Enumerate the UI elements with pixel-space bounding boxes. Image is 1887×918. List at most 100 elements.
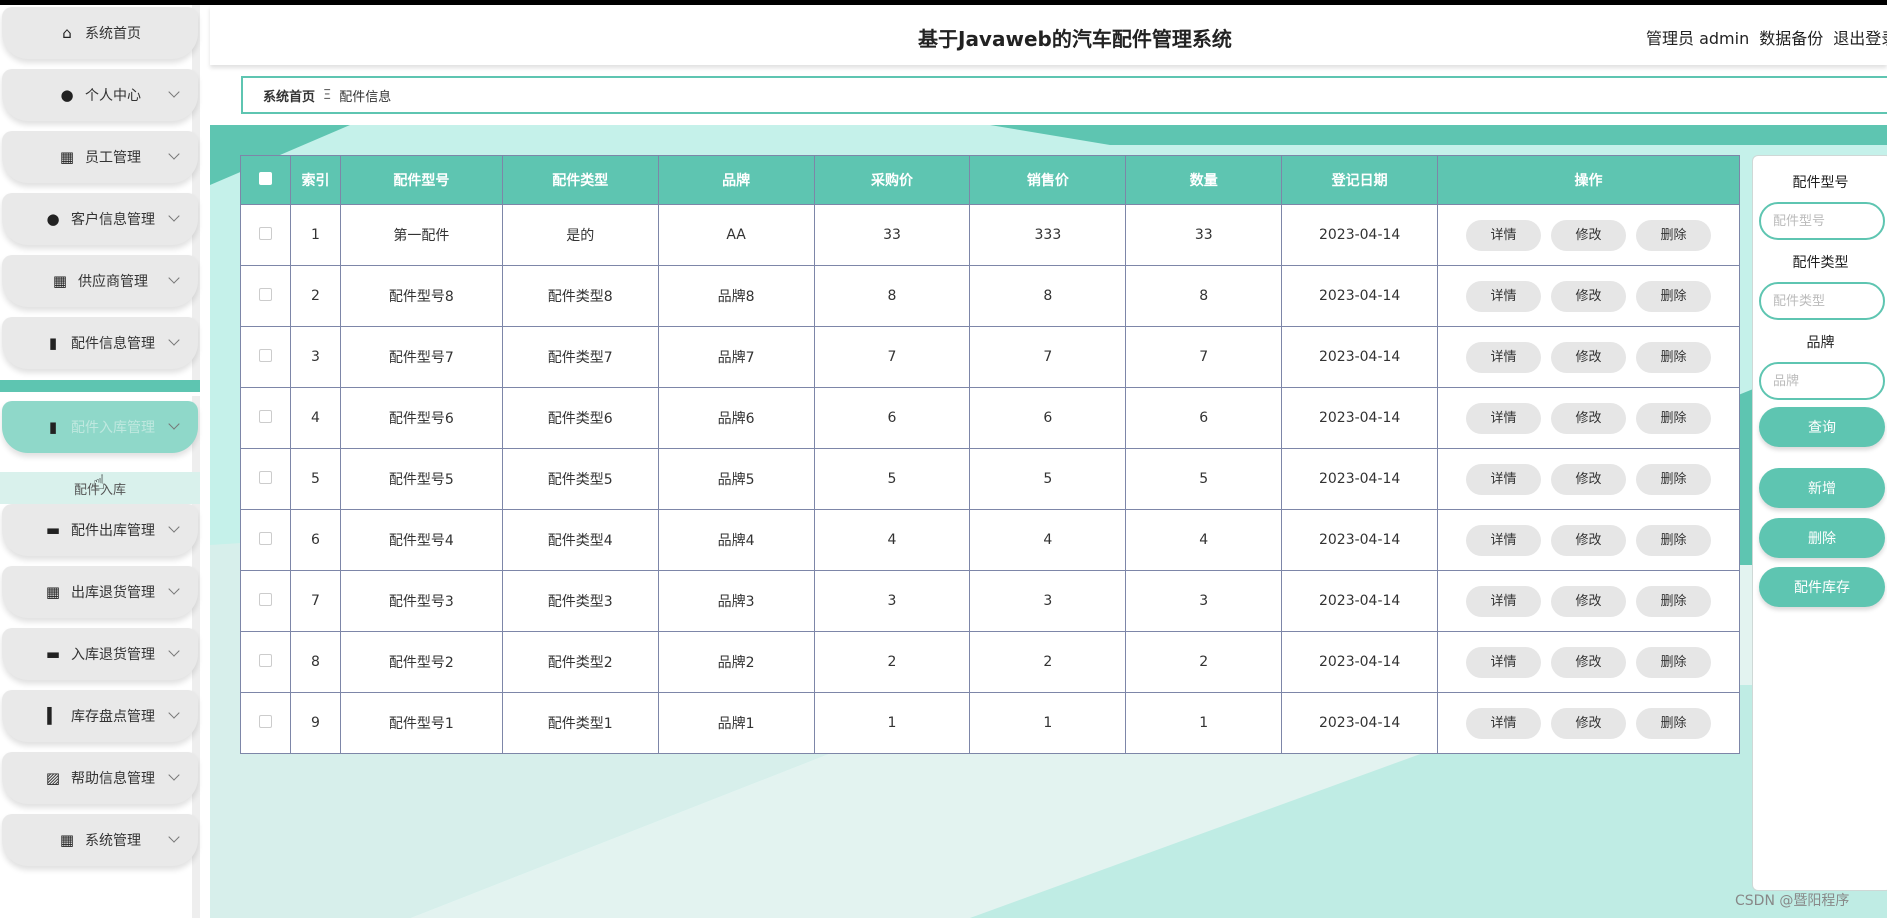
col-brand: 品牌: [657, 155, 815, 205]
edit-button[interactable]: 修改: [1551, 341, 1627, 373]
select-all-checkbox[interactable]: [258, 171, 272, 185]
model-search-input[interactable]: [1759, 202, 1885, 240]
table-cell: 品牌1: [657, 692, 815, 754]
detail-button[interactable]: 详情: [1466, 524, 1542, 556]
table-cell: 333: [969, 204, 1127, 266]
row-checkbox[interactable]: [258, 226, 272, 240]
chevron-down-icon: [168, 521, 180, 533]
type-search-input[interactable]: [1759, 282, 1885, 320]
sidebar-item-7[interactable]: ▮ 配件入库管理: [2, 401, 198, 453]
sidebar: ⌂ 系统首页 ● 个人中心 ▦ 员工管理 ● 客户信息管理 ▦ 供应商管理 ▮ 配件信息管理 ▮ 配件入库…: [0, 5, 200, 918]
table-cell: 2023-04-14: [1281, 204, 1439, 266]
table-cell: AA: [657, 204, 815, 266]
row-checkbox[interactable]: [258, 287, 272, 301]
table-cell: 7: [969, 326, 1127, 388]
sidebar-item-4[interactable]: ● 客户信息管理: [2, 193, 198, 245]
sidebar-item-6[interactable]: ▮ 配件信息管理: [2, 317, 198, 369]
sidebar-item-label: 客户信息管理: [71, 212, 155, 228]
edit-button[interactable]: 修改: [1551, 524, 1627, 556]
row-checkbox[interactable]: [258, 470, 272, 484]
sidebar-item-12[interactable]: ▨ 帮助信息管理: [2, 752, 198, 804]
delete-button[interactable]: 删除: [1636, 463, 1712, 495]
grid-icon: ▦: [59, 831, 75, 849]
sidebar-item-label: 出库退货管理: [71, 585, 155, 601]
table-cell: 4: [969, 509, 1127, 571]
add-button[interactable]: 新增: [1759, 468, 1885, 508]
table-cell: 2023-04-14: [1281, 631, 1439, 693]
edit-button[interactable]: 修改: [1551, 646, 1627, 678]
batch-delete-button[interactable]: 删除: [1759, 518, 1885, 558]
sidebar-item-11[interactable]: ▍ 库存盘点管理: [2, 690, 198, 742]
row-select-cell: [240, 448, 291, 510]
edit-button[interactable]: 修改: [1551, 280, 1627, 312]
detail-button[interactable]: 详情: [1466, 585, 1542, 617]
sidebar-item-label: 系统管理: [85, 833, 141, 849]
table-cell: 2023-04-14: [1281, 326, 1439, 388]
row-checkbox[interactable]: [258, 348, 272, 362]
table-cell: 4: [289, 387, 341, 449]
row-checkbox[interactable]: [258, 592, 272, 606]
delete-button[interactable]: 删除: [1636, 646, 1712, 678]
edit-button[interactable]: 修改: [1551, 219, 1627, 251]
row-checkbox[interactable]: [258, 653, 272, 667]
row-checkbox[interactable]: [258, 531, 272, 545]
sidebar-item-1[interactable]: ⌂ 系统首页: [2, 7, 198, 59]
brand-search-input[interactable]: [1759, 362, 1885, 400]
delete-button[interactable]: 删除: [1636, 280, 1712, 312]
row-checkbox[interactable]: [258, 409, 272, 423]
edit-button[interactable]: 修改: [1551, 585, 1627, 617]
delete-button[interactable]: 删除: [1636, 402, 1712, 434]
delete-button[interactable]: 删除: [1636, 585, 1712, 617]
table-cell: 配件类型1: [501, 692, 659, 754]
sidebar-item-2[interactable]: ● 个人中心: [2, 69, 198, 121]
detail-button[interactable]: 详情: [1466, 280, 1542, 312]
table-cell: 1: [289, 204, 341, 266]
table-cell: 配件型号3: [339, 570, 503, 632]
parts-stock-button[interactable]: 配件库存: [1759, 567, 1885, 607]
detail-button[interactable]: 详情: [1466, 341, 1542, 373]
sidebar-item-10[interactable]: ▬ 入库退货管理: [2, 628, 198, 680]
delete-button[interactable]: 删除: [1636, 341, 1712, 373]
table-cell: 7: [289, 570, 341, 632]
table-row: 8 配件型号2 配件类型2 品牌2 2 2 2 2023-04-14 详情 修改 删除: [240, 631, 1740, 693]
chevron-down-icon: [168, 831, 180, 843]
table-cell: 2023-04-14: [1281, 387, 1439, 449]
sidebar-item-9[interactable]: ▦ 出库退货管理: [2, 566, 198, 618]
edit-button[interactable]: 修改: [1551, 463, 1627, 495]
logout-link[interactable]: 退出登录: [1833, 25, 1887, 49]
row-checkbox[interactable]: [258, 714, 272, 728]
edit-button[interactable]: 修改: [1551, 402, 1627, 434]
delete-button[interactable]: 删除: [1636, 219, 1712, 251]
sidebar-item-8[interactable]: ▬ 配件出库管理: [2, 504, 198, 556]
detail-button[interactable]: 详情: [1466, 402, 1542, 434]
detail-button[interactable]: 详情: [1466, 463, 1542, 495]
sidebar-item-3[interactable]: ▦ 员工管理: [2, 131, 198, 183]
detail-button[interactable]: 详情: [1466, 707, 1542, 739]
table-cell: 配件类型6: [501, 387, 659, 449]
detail-button[interactable]: 详情: [1466, 219, 1542, 251]
table-cell: 品牌8: [657, 265, 815, 327]
detail-button[interactable]: 详情: [1466, 646, 1542, 678]
delete-button[interactable]: 删除: [1636, 524, 1712, 556]
table-cell: 8: [1125, 265, 1283, 327]
col-date: 登记日期: [1281, 155, 1439, 205]
table-cell: 4: [813, 509, 971, 571]
query-button[interactable]: 查询: [1759, 407, 1885, 447]
table-cell: 是的: [501, 204, 659, 266]
table-row: 2 配件型号8 配件类型8 品牌8 8 8 8 2023-04-14 详情 修改 删除: [240, 265, 1740, 327]
table-cell: 配件类型5: [501, 448, 659, 510]
sidebar-item-label: 帮助信息管理: [71, 771, 155, 787]
breadcrumb-home[interactable]: 系统首页: [263, 86, 315, 105]
sidebar-item-5[interactable]: ▦ 供应商管理: [2, 255, 198, 307]
table-cell: 3: [813, 570, 971, 632]
sidebar-item-label: 配件信息管理: [71, 336, 155, 352]
table-cell: 7: [813, 326, 971, 388]
person-icon: ●: [60, 86, 74, 104]
sidebar-item-label: 配件出库管理: [71, 523, 155, 539]
table-cell: 8: [969, 265, 1127, 327]
backup-link[interactable]: 数据备份: [1759, 25, 1823, 49]
delete-button[interactable]: 删除: [1636, 707, 1712, 739]
table-cell: 5: [1125, 448, 1283, 510]
edit-button[interactable]: 修改: [1551, 707, 1627, 739]
sidebar-item-13[interactable]: ▦ 系统管理: [2, 814, 198, 866]
